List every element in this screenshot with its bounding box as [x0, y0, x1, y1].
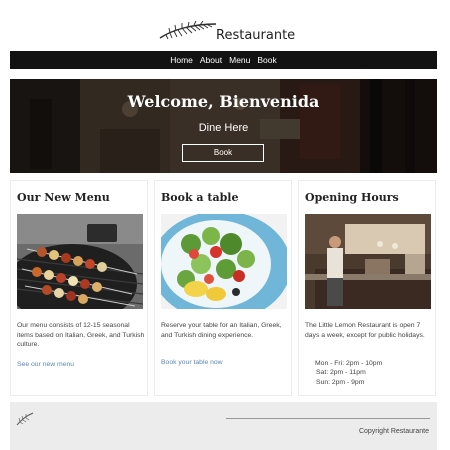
logo[interactable]: Restaurante: [158, 16, 295, 46]
book-button[interactable]: Book: [182, 144, 264, 162]
site-header: Restaurante: [0, 0, 450, 50]
card-opening-hours: Opening Hours The Little Lemon Restauran…: [298, 180, 436, 396]
see-menu-link[interactable]: See our new menu: [17, 361, 74, 368]
nav-home-link[interactable]: Home: [170, 55, 193, 65]
feather-icon: [159, 20, 217, 40]
card-title: Opening Hours: [305, 191, 399, 204]
opening-hours-list: Mon - Fri: 2pm - 10pm Sat: 2pm - 11pm Su…: [315, 359, 382, 387]
salad-image: [161, 214, 287, 309]
hero-title: Welcome, Bienvenida: [127, 92, 320, 111]
card-description: Our menu consists of 12-15 seasonal item…: [17, 322, 145, 349]
card-description: The Little Lemon Restaurant is open 7 da…: [305, 322, 425, 339]
nav-menu-link[interactable]: Menu: [229, 55, 250, 65]
card-title: Book a table: [161, 191, 239, 204]
site-footer: Copyright Restaurante: [10, 402, 437, 450]
card-new-menu: Our New Menu Our menu consists of 12-15 …: [10, 180, 148, 396]
hours-weekday: Mon - Fri: 2pm - 10pm: [315, 360, 383, 367]
card-title: Our New Menu: [17, 191, 110, 204]
book-table-link[interactable]: Book your table now: [161, 359, 223, 366]
footer-divider: [226, 418, 430, 419]
nav-about-link[interactable]: About: [200, 55, 222, 65]
brand-name: Restaurante: [216, 27, 296, 43]
main-nav: Home About Menu Book: [10, 51, 437, 69]
hours-sunday: Sun: 2pm - 9pm: [316, 378, 365, 386]
hero-banner: Welcome, Bienvenida Dine Here Book: [10, 79, 437, 173]
skewers-image: [17, 214, 143, 309]
nav-book-link[interactable]: Book: [257, 55, 276, 65]
kitchen-image: [305, 214, 431, 309]
card-book-table: Book a table Reserve your table for an I…: [154, 180, 292, 396]
copyright-text: Copyright Restaurante: [358, 428, 429, 435]
hours-saturday: Sat: 2pm - 11pm: [316, 369, 366, 377]
card-description: Reserve your table for an Italian, Greek…: [161, 322, 282, 339]
feather-icon: [16, 412, 34, 426]
hero-subtitle: Dine Here: [198, 122, 249, 134]
